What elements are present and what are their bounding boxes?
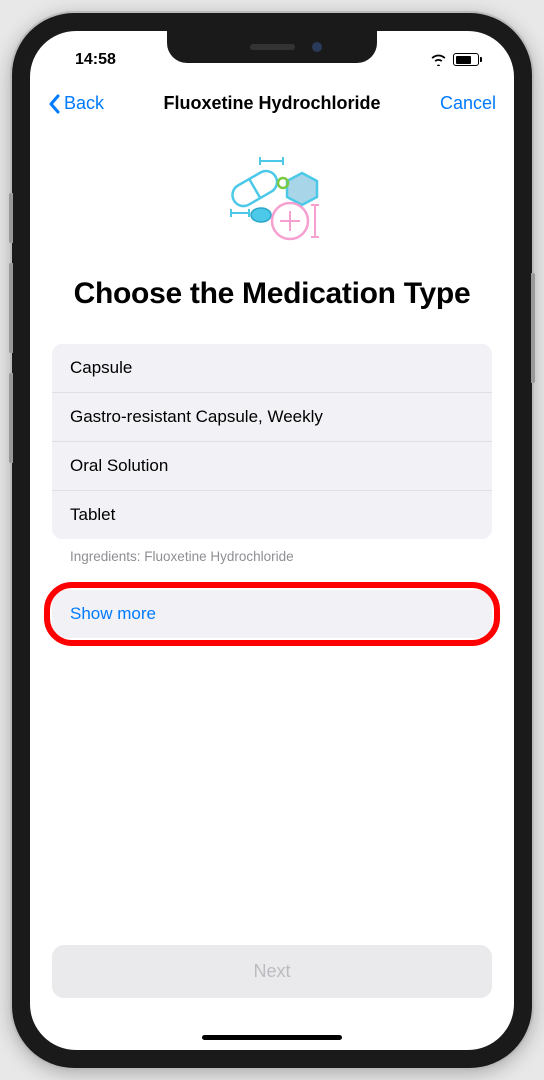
nav-title: Fluoxetine Hydrochloride [163,93,380,114]
battery-fill [456,56,472,64]
show-more-button[interactable]: Show more [52,590,492,638]
notch [167,31,377,63]
page-title: Choose the Medication Type [52,275,492,313]
back-label: Back [64,93,104,114]
power-button [531,273,535,383]
battery-icon [453,53,479,66]
option-oral-solution[interactable]: Oral Solution [52,442,492,491]
option-gastro-resistant[interactable]: Gastro-resistant Capsule, Weekly [52,393,492,442]
status-icons [430,53,479,66]
home-indicator[interactable] [202,1035,342,1040]
option-capsule[interactable]: Capsule [52,344,492,393]
medication-shapes-illustration [52,153,492,245]
ingredients-label: Ingredients: Fluoxetine Hydrochloride [52,539,492,564]
chevron-left-icon [48,94,60,114]
back-button[interactable]: Back [48,93,104,114]
device-frame: 14:58 Back Fluoxetine Hydrochloride Canc… [12,13,532,1068]
screen: 14:58 Back Fluoxetine Hydrochloride Canc… [30,31,514,1050]
next-button[interactable]: Next [52,945,492,998]
show-more-container: Show more [52,590,492,638]
volume-down-button [9,373,13,463]
status-time: 14:58 [75,51,116,69]
nav-bar: Back Fluoxetine Hydrochloride Cancel [30,79,514,129]
front-camera [312,42,322,52]
wifi-icon [430,53,447,66]
medication-type-list: Capsule Gastro-resistant Capsule, Weekly… [52,344,492,539]
speaker [250,44,295,50]
content: Choose the Medication Type Capsule Gastr… [30,153,514,639]
option-tablet[interactable]: Tablet [52,491,492,539]
cancel-button[interactable]: Cancel [440,93,496,114]
